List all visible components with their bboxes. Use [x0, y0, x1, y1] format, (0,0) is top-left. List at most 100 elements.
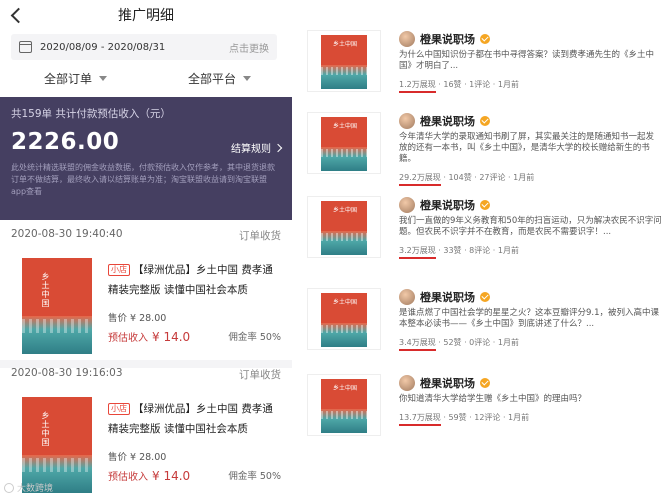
estimated-income-label: 预估收入: [108, 333, 148, 344]
video-cover[interactable]: 乡土中国: [307, 196, 381, 258]
date-change-link[interactable]: 点击更换: [229, 40, 269, 55]
page-title: 推广明细: [118, 8, 174, 24]
video-item[interactable]: 乡土中国 橙果说职场 为什么中国知识份子都在书中寻得答案？读到费孝通先生的《乡土…: [303, 30, 670, 100]
video-cover[interactable]: 乡土中国: [307, 288, 381, 350]
video-stats: 1.2万展现 · 16赞 · 1评论 · 1月前: [399, 79, 519, 93]
avatar[interactable]: [399, 30, 415, 47]
video-stats: 3.4万展现 · 52赞 · 0评论 · 1月前: [399, 337, 519, 351]
avatar[interactable]: [399, 112, 415, 129]
author-row: 橙果说职场: [399, 374, 662, 391]
cover-title: 乡土中国: [333, 299, 358, 306]
views-count: 3.4万展现: [399, 337, 436, 351]
calendar-icon: [19, 41, 32, 53]
order-filter-dropdown[interactable]: 全部订单: [44, 70, 108, 87]
order-item[interactable]: 2020-08-30 19:40:40 订单收货 乡土中国 小店 【绿洲优品】乡土…: [0, 228, 292, 364]
book-cover-image: 乡土中国: [321, 293, 367, 347]
cover-waves: [321, 324, 367, 333]
author-name[interactable]: 橙果说职场: [420, 31, 475, 47]
commission-rate: 佣金率 50%: [228, 471, 281, 482]
avatar[interactable]: [399, 374, 415, 391]
views-count: 29.2万展现: [399, 172, 441, 186]
order-header: 2020-08-30 19:40:40 订单收货: [11, 228, 281, 246]
order-time: 2020-08-30 19:40:40: [11, 228, 123, 240]
video-item[interactable]: 乡土中国 橙果说职场 是谁点燃了中国社会学的星星之火？这本豆瓣评分9.1，被列入…: [303, 288, 670, 358]
cover-title: 乡土中国: [333, 385, 358, 392]
product-title[interactable]: 【绿洲优品】乡土中国 费孝通 精装完整版 读懂中国社会本质: [108, 264, 273, 296]
platform-filter-label: 全部平台: [188, 72, 237, 86]
verified-badge-icon: [480, 33, 490, 44]
date-range-selector[interactable]: 2020/08/09 - 2020/08/31 点击更换: [11, 34, 277, 60]
product-thumbnail[interactable]: 乡土中国: [22, 397, 92, 493]
cover-title: 乡土中国: [41, 411, 50, 447]
order-time: 2020-08-30 19:16:03: [11, 367, 123, 379]
book-cover-image: 乡土中国: [321, 35, 367, 89]
order-item[interactable]: 2020-08-30 19:16:03 订单收货 乡土中国 小店 【绿洲优品】乡土…: [0, 367, 292, 499]
author-name[interactable]: 橙果说职场: [420, 375, 475, 391]
watermark: 大数跨境: [4, 481, 53, 494]
earnings-summary-card: 共159单 共计付款预估收入（元） 2226.00 结算规则 此处统计精选联盟的…: [0, 97, 292, 220]
video-cover[interactable]: 乡土中国: [307, 112, 381, 174]
cover-waves: [22, 457, 92, 472]
estimated-income-label: 预估收入: [108, 472, 148, 483]
back-arrow-icon[interactable]: [8, 4, 26, 26]
author-name[interactable]: 橙果说职场: [420, 197, 475, 213]
avatar[interactable]: [399, 288, 415, 305]
promotion-details-panel: 推广明细 2020/08/09 - 2020/08/31 点击更换 全部订单 全…: [0, 0, 292, 499]
engagement-stats: · 33赞 · 8评论 · 1月前: [435, 246, 519, 255]
chevron-down-icon: [243, 76, 252, 81]
video-stats: 29.2万展现 · 104赞 · 27评论 · 1月前: [399, 172, 534, 186]
author-name[interactable]: 橙果说职场: [420, 113, 475, 129]
video-stats: 3.2万展现 · 33赞 · 8评论 · 1月前: [399, 245, 519, 259]
engagement-stats: · 16赞 · 1评论 · 1月前: [435, 80, 519, 89]
views-count: 3.2万展现: [399, 245, 436, 259]
video-cover[interactable]: 乡土中国: [307, 30, 381, 92]
video-meta: 橙果说职场 是谁点燃了中国社会学的星星之火？这本豆瓣评分9.1，被列入高中课本整…: [399, 288, 662, 351]
cover-waves: [321, 410, 367, 419]
video-item[interactable]: 乡土中国 橙果说职场 你知道清华大学给学生赠《乡土中国》的理由吗？ 13.7万展…: [303, 374, 670, 444]
order-header: 2020-08-30 19:16:03 订单收货: [11, 367, 281, 385]
platform-filter-dropdown[interactable]: 全部平台: [188, 70, 252, 87]
video-cover[interactable]: 乡土中国: [307, 374, 381, 436]
avatar[interactable]: [399, 196, 415, 213]
author-row: 橙果说职场: [399, 288, 662, 305]
engagement-stats: · 104赞 · 27评论 · 1月前: [440, 173, 535, 182]
date-range-text: 2020/08/09 - 2020/08/31: [40, 41, 166, 53]
verified-badge-icon: [480, 115, 490, 126]
video-stats: 13.7万展现 · 59赞 · 12评论 · 1月前: [399, 412, 529, 426]
commission-rate: 佣金率 50%: [228, 332, 281, 343]
settlement-rules-link[interactable]: 结算规则: [231, 140, 283, 155]
video-description[interactable]: 我们一直做的9年义务教育和50年的扫盲运动，只为解决农民不识字问题。但农民不识字…: [399, 216, 662, 238]
cover-title: 乡土中国: [333, 41, 358, 48]
video-item[interactable]: 乡土中国 橙果说职场 我们一直做的9年义务教育和50年的扫盲运动，只为解决农民不…: [303, 196, 670, 266]
video-item[interactable]: 乡土中国 橙果说职场 今年清华大学的录取通知书刷了屏，其实最关注的是随通知书一起…: [303, 112, 670, 186]
product-price: 售价 ¥ 28.00: [108, 313, 167, 324]
author-name[interactable]: 橙果说职场: [420, 289, 475, 305]
cover-waves: [321, 232, 367, 241]
video-meta: 橙果说职场 你知道清华大学给学生赠《乡土中国》的理由吗？ 13.7万展现 · 5…: [399, 374, 662, 426]
cover-title: 乡土中国: [333, 207, 358, 214]
verified-badge-icon: [480, 377, 490, 388]
views-count: 13.7万展现: [399, 412, 441, 426]
shop-badge: 小店: [108, 403, 130, 415]
video-meta: 橙果说职场 为什么中国知识份子都在书中寻得答案？读到费孝通先生的《乡土中国》才明…: [399, 30, 662, 93]
top-bar: 推广明细: [0, 0, 292, 30]
book-cover-image: 乡土中国: [321, 201, 367, 255]
shop-badge: 小店: [108, 264, 130, 276]
chevron-right-icon: [273, 143, 283, 152]
book-cover-image: 乡土中国: [321, 117, 367, 171]
order-count-text: 共159单 共计付款预估收入（元）: [11, 108, 171, 120]
product-price: 售价 ¥ 28.00: [108, 452, 167, 463]
cover-title: 乡土中国: [41, 272, 50, 308]
product-thumbnail[interactable]: 乡土中国: [22, 258, 92, 354]
watermark-logo-icon: [4, 482, 14, 493]
video-meta: 橙果说职场 今年清华大学的录取通知书刷了屏，其实最关注的是随通知书一起发放的还有…: [399, 112, 662, 186]
product-info: 小店 【绿洲优品】乡土中国 费孝通 精装完整版 读懂中国社会本质: [108, 397, 281, 437]
video-description[interactable]: 你知道清华大学给学生赠《乡土中国》的理由吗？: [399, 394, 662, 405]
product-title[interactable]: 【绿洲优品】乡土中国 费孝通 精装完整版 读懂中国社会本质: [108, 403, 273, 435]
video-description[interactable]: 今年清华大学的录取通知书刷了屏，其实最关注的是随通知书一起发放的还有一本书，叫《…: [399, 132, 662, 165]
summary-note: 此处统计精选联盟的佣金收益数据，付款预估收入仅作参考，其中退货退款订单不做结算，…: [11, 163, 275, 196]
estimated-income-value: ¥ 14.0: [152, 469, 191, 483]
video-description[interactable]: 是谁点燃了中国社会学的星星之火？这本豆瓣评分9.1，被列入高中课本整本必读书——…: [399, 308, 662, 330]
watermark-text: 大数跨境: [17, 484, 54, 494]
video-description[interactable]: 为什么中国知识份子都在书中寻得答案？读到费孝通先生的《乡土中国》才明白了...: [399, 50, 662, 72]
